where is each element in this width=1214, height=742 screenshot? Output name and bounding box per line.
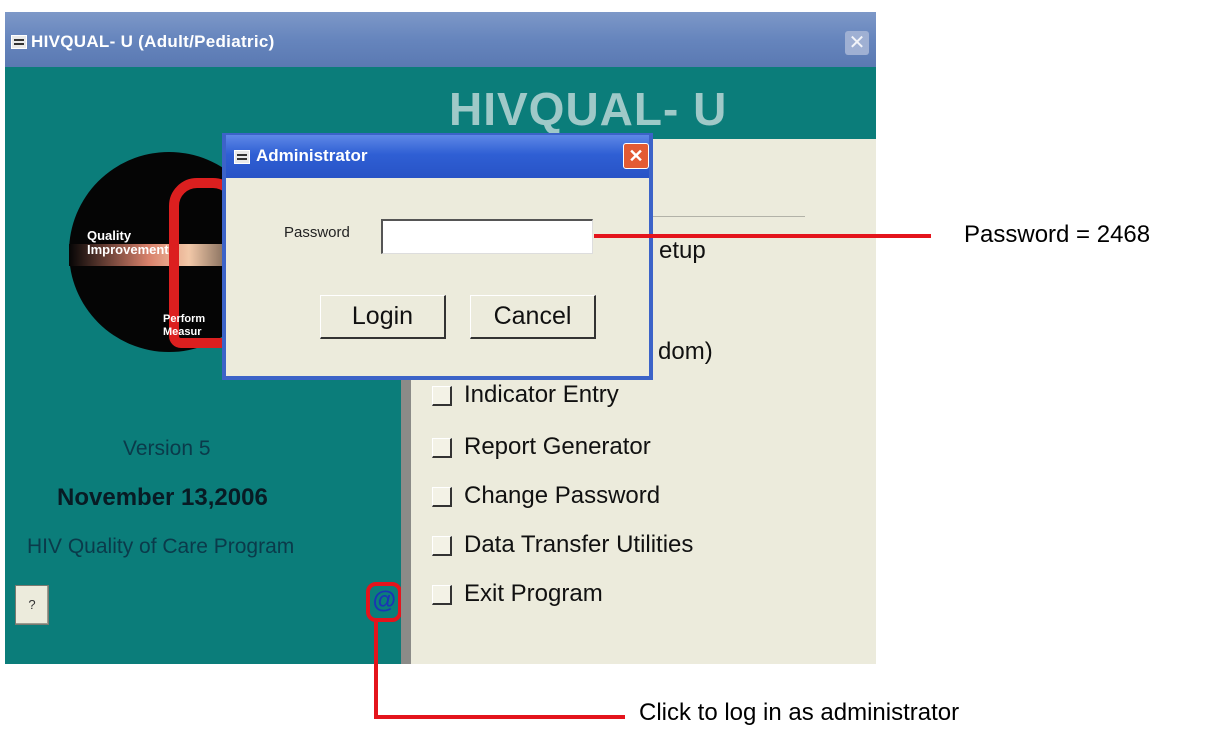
admin-callout-line-horizontal: [374, 715, 625, 719]
menu-button-box[interactable]: [432, 386, 452, 406]
logo-text-4: Measur: [163, 326, 202, 338]
admin-callout-line-vertical: [374, 622, 378, 719]
password-annotation: Password = 2468: [964, 221, 1151, 248]
menu-button-box[interactable]: [432, 487, 452, 507]
menu-button-box[interactable]: [432, 438, 452, 458]
menu-label: Report Generator: [464, 433, 651, 460]
logo-text-1: Quality: [87, 228, 132, 243]
logo-text-2: Improvement: [87, 242, 169, 257]
dialog-titlebar: Administrator ✕: [226, 135, 649, 178]
form-icon: [11, 35, 27, 49]
password-field[interactable]: [381, 219, 593, 254]
form-icon: [234, 150, 250, 164]
menu-button-box[interactable]: [432, 585, 452, 605]
logo-text-3: Perform: [163, 313, 206, 325]
window-close-button[interactable]: ✕: [845, 31, 869, 55]
menu-separator: [631, 216, 805, 217]
help-button[interactable]: ?: [15, 585, 49, 625]
version-label: Version 5: [123, 437, 211, 460]
password-label: Password: [284, 224, 350, 241]
app-title: HIVQUAL- U: [449, 83, 728, 135]
admin-login-icon[interactable]: @: [366, 582, 402, 622]
password-callout-line: [594, 234, 931, 238]
release-date: November 13,2006: [57, 484, 268, 511]
program-name: HIV Quality of Care Program: [27, 535, 295, 558]
window-titlebar: HIVQUAL- U (Adult/Pediatric) ✕: [5, 12, 876, 67]
window-title: HIVQUAL- U (Adult/Pediatric): [31, 32, 275, 51]
dialog-body: Password Login Cancel: [226, 178, 649, 376]
login-button[interactable]: Login: [320, 295, 446, 339]
menu-item-random-partial[interactable]: dom): [658, 338, 713, 366]
administrator-dialog: Administrator ✕ Password Login Cancel: [222, 133, 653, 380]
dialog-close-button[interactable]: ✕: [623, 143, 649, 169]
menu-label: Exit Program: [464, 580, 603, 607]
admin-annotation: Click to log in as administrator: [639, 699, 960, 726]
cancel-button[interactable]: Cancel: [470, 295, 596, 339]
menu-item-setup-partial[interactable]: etup: [659, 237, 706, 265]
menu-label: Data Transfer Utilities: [464, 531, 694, 558]
menu-label: Indicator Entry: [464, 381, 619, 408]
dialog-title: Administrator: [256, 146, 368, 165]
menu-label: Change Password: [464, 482, 661, 509]
menu-button-box[interactable]: [432, 536, 452, 556]
